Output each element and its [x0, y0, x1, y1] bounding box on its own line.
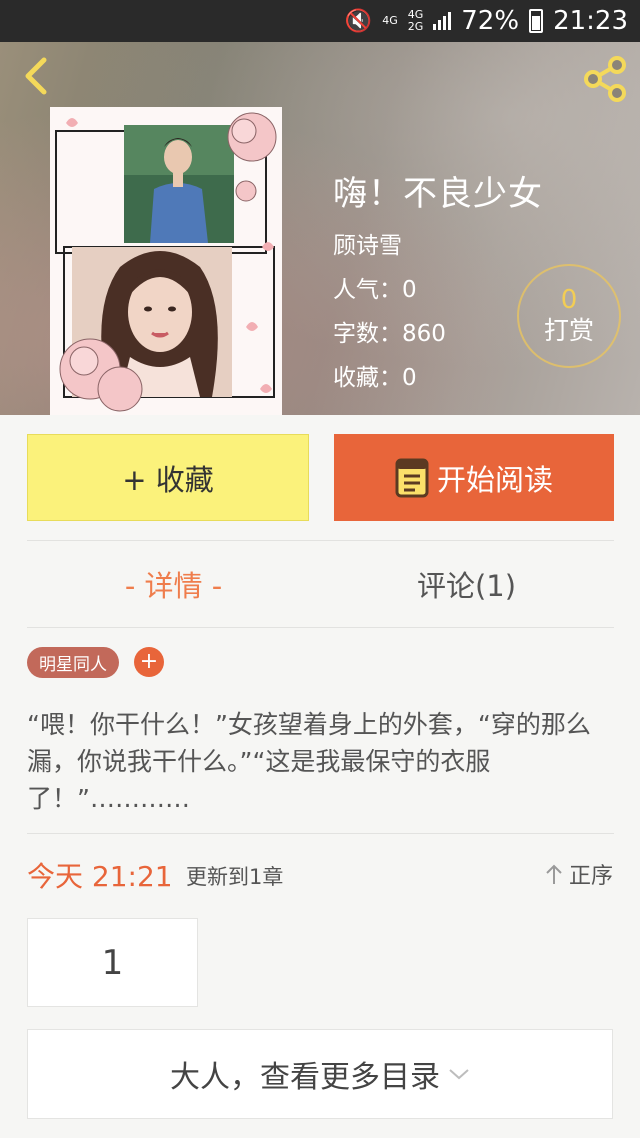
share-icon [584, 56, 626, 102]
status-bar: 🔇 4G 4G 2G 72% 21:23 [0, 0, 640, 42]
share-button[interactable] [580, 54, 630, 104]
battery-icon [529, 9, 544, 33]
clock: 21:23 [553, 6, 628, 36]
book-popularity: 人气：0 [333, 277, 417, 303]
divider [27, 833, 614, 834]
book-favorites: 收藏：0 [333, 365, 417, 391]
book-cover[interactable] [50, 107, 282, 415]
arrow-up-icon [546, 864, 562, 884]
sort-order-label: 正序 [568, 864, 613, 889]
reward-count: 0 [560, 285, 578, 315]
sort-order-button[interactable]: 正序 [545, 858, 613, 890]
cover-artwork [50, 107, 282, 415]
chevron-down-icon [449, 1069, 469, 1080]
back-button[interactable] [14, 54, 58, 98]
chevron-left-icon [25, 57, 47, 95]
divider [27, 627, 614, 628]
update-label: 更新到1章 [186, 865, 284, 889]
divider [27, 540, 614, 541]
start-reading-button[interactable]: 开始阅读 [334, 434, 614, 521]
add-favorite-label: + 收藏 [122, 462, 214, 497]
update-time: 今天 21:21 [27, 860, 173, 893]
tab-comments[interactable]: 评论(1) [320, 546, 613, 622]
add-tag-button[interactable]: + [134, 647, 164, 677]
tab-detail[interactable]: - 详情 - [27, 546, 320, 622]
network-indicator-2: 4G 2G [407, 8, 424, 33]
battery-percent: 72% [461, 6, 520, 36]
book-word-count: 字数：860 [333, 321, 446, 347]
book-header: 嗨！不良少女 顾诗雪 人气：0 字数：860 收藏：0 0 打赏 [0, 42, 640, 415]
book-author[interactable]: 顾诗雪 [333, 226, 402, 260]
genre-tag[interactable]: 明星同人 [27, 647, 119, 678]
chapter-item[interactable]: 1 [27, 918, 198, 1007]
reward-button[interactable]: 0 打赏 [517, 264, 621, 368]
reward-label: 打赏 [543, 316, 594, 345]
more-catalog-label: 大人，查看更多目录 [170, 1060, 440, 1095]
book-icon [395, 458, 429, 497]
signal-icon [433, 12, 452, 30]
start-reading-label: 开始阅读 [436, 462, 553, 497]
more-catalog-button[interactable]: 大人，查看更多目录 [27, 1029, 613, 1119]
network-indicator-1: 4G [382, 14, 398, 27]
mute-icon: 🔇 [344, 8, 373, 34]
book-synopsis: “喂！你干什么！”女孩望着身上的外套，“穿的那么漏，你说我干什么。”“这是我最保… [27, 710, 591, 813]
book-title: 嗨！不良少女 [333, 174, 543, 214]
add-favorite-button[interactable]: + 收藏 [27, 434, 309, 521]
